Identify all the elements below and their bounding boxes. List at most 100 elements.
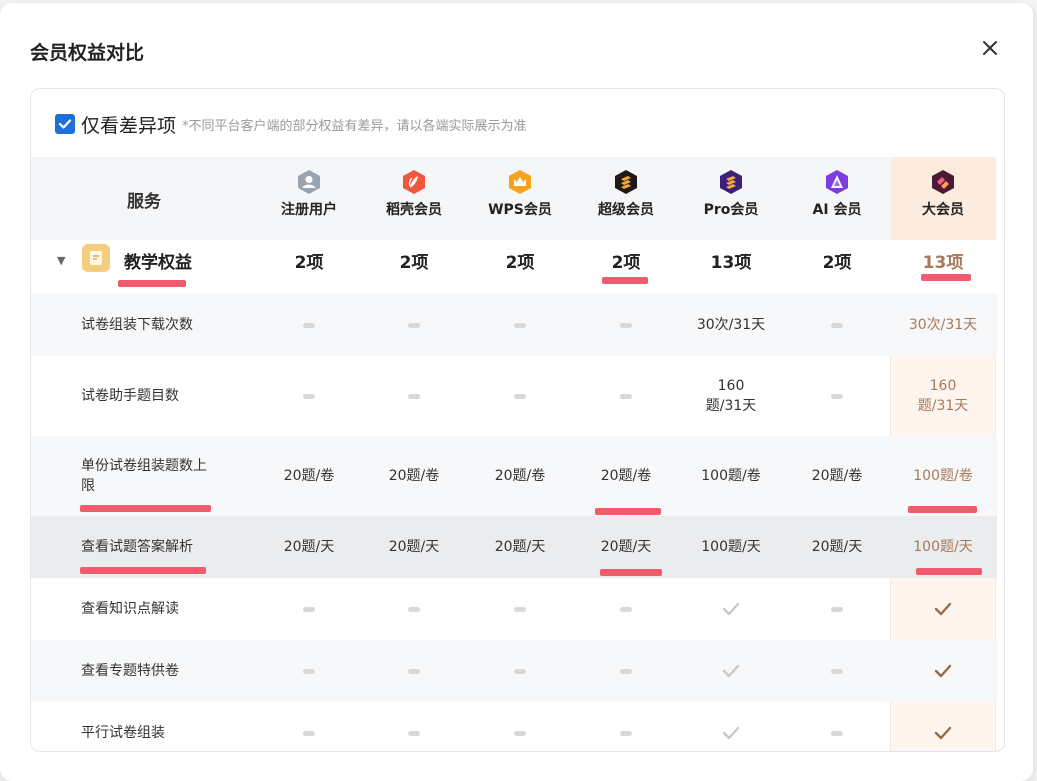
tier-name: 稻壳会员 <box>386 202 442 218</box>
table-cell: 20题/天 <box>811 539 863 555</box>
diff-filter[interactable]: 仅看差异项 *不同平台客户端的部分权益有差异，请以各端实际展示为准 <box>55 111 527 137</box>
annotation-underline <box>916 568 982 575</box>
comparison-table: 服务 注册用户 稻壳会员 WPS会员 超级会员 Pro会员 AI 会员 大会员 … <box>31 157 997 751</box>
dash-mark <box>620 731 632 736</box>
dash-mark <box>408 323 420 328</box>
service-column-header: 服务 <box>127 192 161 212</box>
wps-crown-icon <box>509 170 531 194</box>
dash-mark <box>514 607 526 612</box>
platform-note: *不同平台客户端的部分权益有差异，请以各端实际展示为准 <box>182 118 527 134</box>
tier-wps-member: WPS会员 <box>468 169 572 219</box>
table-cell: 20题/卷 <box>811 468 863 484</box>
group-count: 2项 <box>505 253 535 273</box>
table-cell: 160题/31天 <box>705 378 757 414</box>
dash-mark <box>831 323 843 328</box>
check-icon <box>722 726 740 740</box>
annotation-underline <box>600 569 662 576</box>
table-row: 平行试卷组装 <box>31 702 997 751</box>
table-cell: 20题/天 <box>600 539 652 555</box>
table-row: 查看专题特供卷 <box>31 640 997 702</box>
tier-name: AI 会员 <box>812 202 862 218</box>
table-cell: 30次/31天 <box>696 317 766 333</box>
table-cell: 20题/天 <box>283 539 335 555</box>
dash-mark <box>831 669 843 674</box>
table-cell: 30次/31天 <box>908 317 978 333</box>
member-benefits-dialog: 会员权益对比 仅看差异项 *不同平台客户端的部分权益有差异，请以各端实际展示为准… <box>0 3 1033 781</box>
annotation-underline <box>921 274 971 281</box>
row-label: 查看知识点解读 <box>81 601 179 617</box>
user-icon <box>298 170 320 194</box>
ai-member-icon <box>826 170 848 194</box>
annotation-underline <box>80 567 206 574</box>
dash-mark <box>303 394 315 399</box>
annotation-underline <box>118 280 186 287</box>
dash-mark <box>831 607 843 612</box>
check-icon <box>934 664 952 678</box>
row-label: 试卷助手题目数 <box>81 388 179 404</box>
tier-registered-user: 注册用户 <box>257 169 361 219</box>
docer-icon <box>403 170 425 194</box>
table-cell: 100题/卷 <box>913 468 973 484</box>
group-count: 13项 <box>710 253 752 273</box>
table-row: 查看知识点解读 <box>31 578 997 640</box>
tier-name: 大会员 <box>922 202 964 218</box>
dash-mark <box>303 607 315 612</box>
group-count: 2项 <box>822 253 852 273</box>
group-title: 教学权益 <box>124 253 192 273</box>
annotation-underline <box>908 506 977 513</box>
big-member-icon <box>932 170 954 194</box>
dialog-title: 会员权益对比 <box>30 42 145 64</box>
table-cell: 20题/天 <box>388 539 440 555</box>
dash-mark <box>303 669 315 674</box>
row-label: 查看专题特供卷 <box>81 663 179 679</box>
dash-mark <box>620 607 632 612</box>
table-cell: 100题/天 <box>913 539 973 555</box>
dash-mark <box>514 323 526 328</box>
dash-mark <box>303 323 315 328</box>
tier-name: 超级会员 <box>598 202 654 218</box>
dash-mark <box>514 669 526 674</box>
group-count: 2项 <box>611 253 641 273</box>
dash-mark <box>408 731 420 736</box>
collapse-arrow-icon[interactable]: ▼ <box>57 254 65 267</box>
table-row: 单份试卷组装题数上限 20题/卷 20题/卷 20题/卷 20题/卷 100题/… <box>31 436 997 516</box>
super-member-icon <box>615 170 637 194</box>
dash-mark <box>408 394 420 399</box>
table-cell: 100题/卷 <box>701 468 761 484</box>
tier-ai-member: AI 会员 <box>785 169 889 219</box>
close-icon <box>983 41 997 55</box>
check-icon <box>722 664 740 678</box>
table-row: 试卷助手题目数 160题/31天 160题/31天 <box>31 356 997 436</box>
check-icon <box>934 726 952 740</box>
diff-only-checkbox[interactable] <box>55 114 75 134</box>
table-cell: 20题/卷 <box>600 468 652 484</box>
tier-pro-member: Pro会员 <box>679 169 783 219</box>
dash-mark <box>831 394 843 399</box>
dash-mark <box>620 394 632 399</box>
diff-only-label[interactable]: 仅看差异项 <box>81 111 176 138</box>
table-cell: 20题/卷 <box>388 468 440 484</box>
tier-name: Pro会员 <box>703 202 759 218</box>
group-count: 2项 <box>294 253 324 273</box>
tier-name: WPS会员 <box>488 202 552 218</box>
table-row: 试卷组装下载次数 30次/31天 30次/31天 <box>31 294 997 356</box>
table-cell: 20题/卷 <box>283 468 335 484</box>
table-cell: 20题/天 <box>494 539 546 555</box>
checkmark-icon <box>58 119 72 129</box>
dash-mark <box>514 394 526 399</box>
comparison-panel: 仅看差异项 *不同平台客户端的部分权益有差异，请以各端实际展示为准 服务 注册用… <box>30 88 1005 752</box>
lesson-book-icon <box>82 244 110 272</box>
table-cell: 160题/31天 <box>917 378 969 414</box>
check-icon <box>934 602 952 616</box>
close-button[interactable] <box>978 36 1002 60</box>
table-cell: 100题/天 <box>701 539 761 555</box>
group-count: 13项 <box>922 253 964 273</box>
dash-mark <box>408 607 420 612</box>
group-count: 2项 <box>399 253 429 273</box>
dash-mark <box>408 669 420 674</box>
row-label: 单份试卷组装题数上限 <box>81 458 207 494</box>
tier-name: 注册用户 <box>281 202 337 218</box>
tier-super-member: 超级会员 <box>574 169 678 219</box>
annotation-underline <box>595 508 661 515</box>
row-label: 试卷组装下载次数 <box>81 317 193 333</box>
